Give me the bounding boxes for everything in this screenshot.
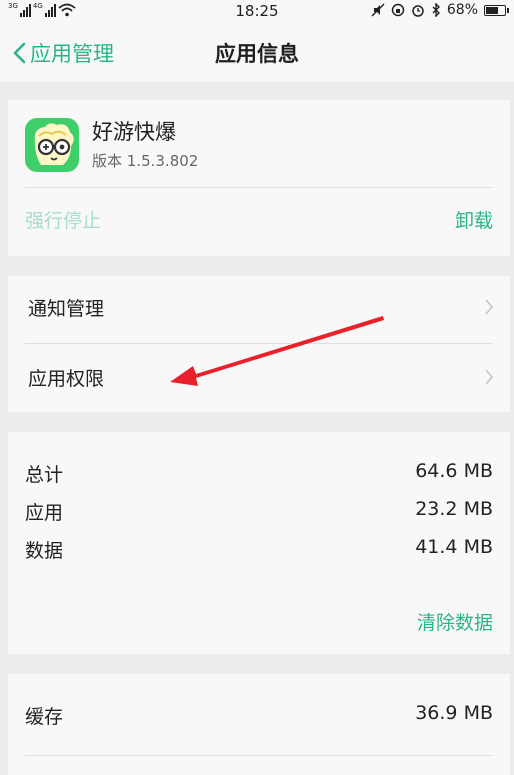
back-label: 应用管理: [30, 42, 114, 66]
app-bar: 应用管理 应用信息: [0, 24, 514, 82]
app-info-card: 好游快爆 版本 1.5.3.802 强行停止 卸载: [8, 100, 510, 256]
settings-menu-card: 通知管理 应用权限: [8, 276, 510, 412]
battery-percent: 68%: [446, 2, 478, 18]
cache-label: 缓存: [25, 706, 64, 728]
storage-label: 应用: [25, 502, 64, 524]
app-name: 好游快爆: [92, 120, 176, 144]
menu-item-label: 通知管理: [28, 298, 105, 320]
bluetooth-icon: [432, 3, 440, 17]
cache-card: 缓存 36.9 MB: [8, 674, 510, 775]
storage-row-data: 数据 41.4 MB: [25, 536, 493, 566]
cache-value: 36.9 MB: [415, 702, 493, 724]
alarm-icon: [412, 5, 424, 17]
storage-card: 总计 64.6 MB 应用 23.2 MB 数据 41.4 MB 清除数据: [8, 432, 510, 654]
app-logo-icon: [25, 118, 79, 172]
divider: [25, 755, 493, 756]
storage-label: 总计: [25, 464, 64, 486]
menu-item-label: 应用权限: [28, 368, 105, 390]
status-bar: 3G 4G 18:25 68%: [0, 0, 514, 24]
mute-icon: [371, 3, 385, 17]
storage-value: 23.2 MB: [415, 498, 493, 520]
clear-data-button[interactable]: 清除数据: [417, 608, 493, 635]
chevron-right-icon: [485, 369, 494, 385]
status-icons: 68%: [371, 2, 509, 18]
divider: [25, 187, 493, 188]
storage-value: 41.4 MB: [415, 536, 493, 558]
battery-icon: [484, 4, 509, 16]
chevron-left-icon: [13, 42, 26, 64]
storage-label: 数据: [25, 540, 64, 562]
menu-item-notification-management[interactable]: 通知管理: [8, 276, 510, 342]
rotation-lock-icon: [391, 3, 405, 17]
storage-row-total: 总计 64.6 MB: [25, 460, 493, 490]
storage-value: 64.6 MB: [415, 460, 493, 482]
back-button[interactable]: 应用管理: [12, 37, 114, 69]
force-stop-button[interactable]: 强行停止: [25, 206, 101, 233]
cache-row: 缓存 36.9 MB: [25, 702, 493, 732]
app-version: 版本 1.5.3.802: [92, 152, 199, 170]
menu-item-app-permissions[interactable]: 应用权限: [8, 346, 510, 412]
chevron-right-icon: [485, 299, 494, 315]
divider: [25, 343, 493, 344]
uninstall-button[interactable]: 卸载: [455, 206, 493, 233]
storage-row-app: 应用 23.2 MB: [25, 498, 493, 528]
